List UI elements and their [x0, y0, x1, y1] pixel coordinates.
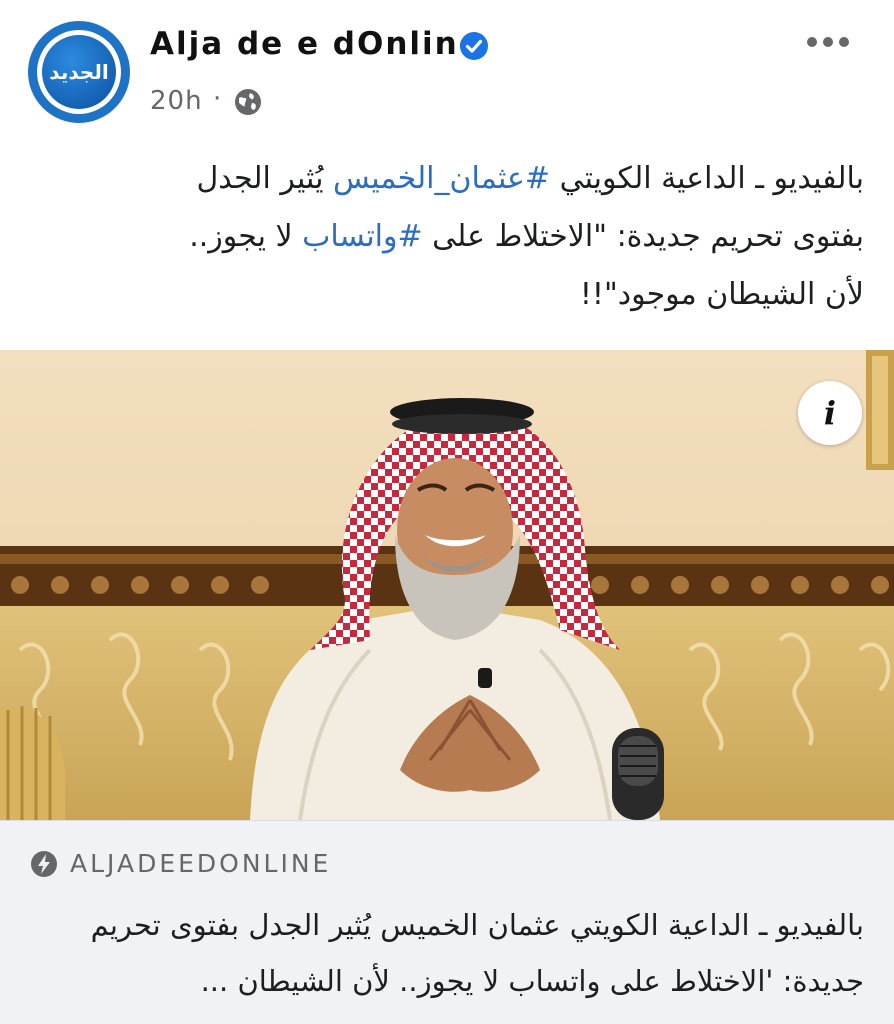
avatar-ring: الجديد — [37, 30, 121, 114]
bolt-icon — [31, 850, 57, 877]
link-domain-row: ALJADEEDONLINE — [30, 849, 331, 878]
avatar-logo-text: الجديد — [49, 60, 109, 84]
post-line-3: لأن الشيطان موجود"!! — [579, 277, 864, 312]
post-text-segment: لا يجوز.. — [189, 219, 303, 254]
hashtag-link[interactable]: #واتساب — [302, 219, 422, 254]
meta-separator: · — [213, 84, 222, 114]
photo-illustration — [0, 350, 894, 820]
page-avatar[interactable]: الجديد — [28, 21, 130, 123]
link-title[interactable]: بالفيديو ـ الداعية الكويتي عثمان الخميس … — [30, 897, 864, 1009]
link-preview[interactable]: ALJADEEDONLINE بالفيديو ـ الداعية الكويت… — [0, 820, 894, 1024]
link-domain: ALJADEEDONLINE — [70, 849, 332, 878]
post-timestamp[interactable]: 20h — [150, 86, 203, 116]
post-text-segment: بالفيديو ـ الداعية الكويتي — [550, 161, 864, 196]
verified-badge-icon — [460, 32, 488, 60]
globe-icon[interactable] — [233, 87, 263, 117]
post-line-1: بالفيديو ـ الداعية الكويتي #عثمان_الخميس… — [30, 150, 865, 208]
more-options-icon[interactable] — [806, 34, 850, 50]
info-button[interactable]: i — [798, 381, 862, 445]
post-message: بالفيديو ـ الداعية الكويتي #عثمان_الخميس… — [30, 150, 864, 324]
hashtag-link[interactable]: #عثمان_الخميس — [333, 161, 550, 196]
post-image[interactable] — [0, 350, 894, 820]
page-name[interactable]: Alja de e dOnline — [150, 26, 482, 62]
post-text-segment: بفتوى تحريم جديدة: "الاختلاط على — [422, 219, 864, 254]
post-line-2: بفتوى تحريم جديدة: "الاختلاط على #واتساب… — [30, 208, 864, 266]
post-text-segment: يُثير الجدل — [196, 161, 333, 196]
aljadeed-logo: الجديد — [42, 35, 116, 109]
facebook-post: الجديد Alja de e dOnline 20h · بالفيديو … — [0, 0, 894, 1024]
